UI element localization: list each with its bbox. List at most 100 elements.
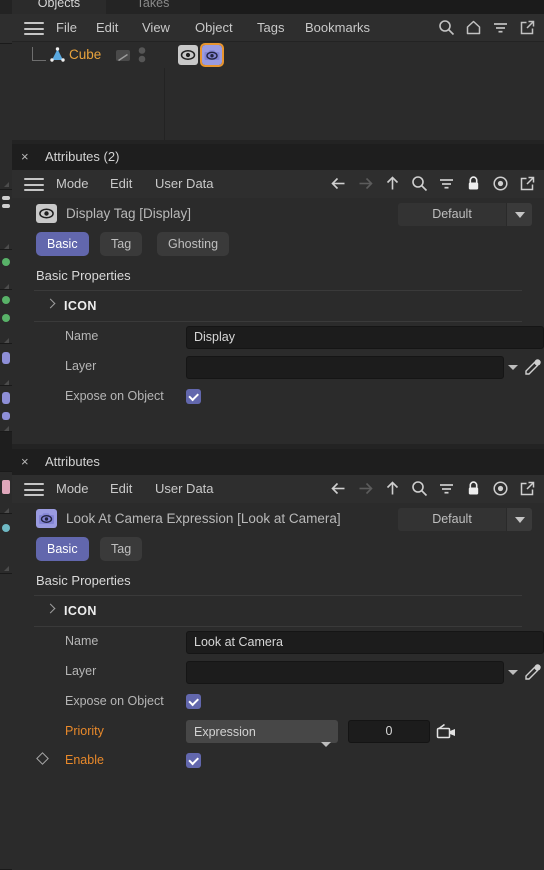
lock-icon[interactable] — [465, 175, 482, 192]
attributes-menubar-1: Mode Edit User Data — [12, 170, 544, 198]
attributes-object-label-2: Look At Camera Expression [Look at Camer… — [66, 511, 341, 526]
menu-object[interactable]: Object — [195, 14, 233, 42]
object-row-cube[interactable]: Cube — [12, 42, 544, 68]
menu-mode-1[interactable]: Mode — [56, 170, 89, 198]
tab-tag-2[interactable]: Tag — [100, 537, 143, 561]
open-external-icon[interactable] — [519, 480, 536, 497]
chevron-down-icon[interactable] — [506, 203, 532, 226]
preset-value-2: Default — [432, 512, 472, 526]
app-root: Objects Takes File Edit View Object Tags… — [0, 0, 544, 870]
name-input-2[interactable]: Look at Camera — [186, 631, 544, 654]
menu-icon[interactable] — [24, 178, 44, 191]
expose-on-object-checkbox-1[interactable] — [186, 389, 201, 404]
menu-edit-2[interactable]: Edit — [110, 475, 132, 503]
menu-user-data-2[interactable]: User Data — [155, 475, 214, 503]
attribute-tabs-2: Basic Tag — [12, 535, 544, 567]
property-row-expose-1: Expose on Object — [12, 382, 544, 412]
property-label-name-1: Name — [65, 329, 99, 343]
chevron-down-icon[interactable] — [506, 508, 532, 531]
record-target-icon[interactable] — [492, 480, 509, 497]
filter-icon[interactable] — [438, 175, 455, 192]
search-icon[interactable] — [411, 175, 428, 192]
forward-arrow-icon[interactable] — [357, 175, 374, 192]
left-panel-edge-strip — [0, 0, 12, 870]
up-arrow-icon[interactable] — [384, 175, 401, 192]
chevron-down-icon[interactable] — [508, 670, 518, 675]
menu-icon[interactable] — [24, 483, 44, 496]
chevron-down-icon[interactable] — [508, 365, 518, 370]
property-label-layer-1: Layer — [65, 359, 97, 373]
tab-basic-2[interactable]: Basic — [36, 537, 89, 561]
name-input-1[interactable]: Display — [186, 326, 544, 349]
eyedropper-icon[interactable] — [522, 662, 543, 688]
priority-value-input[interactable]: 0 — [348, 720, 430, 743]
eyedropper-icon[interactable] — [522, 357, 543, 383]
record-target-icon[interactable] — [492, 175, 509, 192]
tab-tag-1[interactable]: Tag — [100, 232, 143, 256]
attribute-tabs-1: Basic Tag Ghosting — [12, 230, 544, 262]
tag-chip-look-at-camera[interactable] — [200, 43, 224, 67]
panel-title-1: Attributes (2) — [45, 149, 120, 164]
close-icon[interactable]: × — [21, 449, 29, 475]
chevron-right-icon[interactable] — [45, 603, 56, 614]
panel-title-2: Attributes — [45, 454, 100, 469]
property-label-name-2: Name — [65, 634, 99, 648]
search-icon[interactable] — [438, 19, 455, 36]
layer-input-2[interactable] — [186, 661, 504, 684]
object-visibility-dots-icon[interactable] — [138, 46, 146, 69]
layer-input-1[interactable] — [186, 356, 504, 379]
chevron-right-icon[interactable] — [45, 298, 56, 309]
filter-icon[interactable] — [438, 480, 455, 497]
lock-icon[interactable] — [465, 480, 482, 497]
tab-basic-1[interactable]: Basic — [36, 232, 89, 256]
menu-bookmarks[interactable]: Bookmarks — [305, 14, 370, 42]
back-arrow-icon[interactable] — [330, 480, 347, 497]
tab-objects[interactable]: Objects — [12, 0, 106, 14]
property-row-layer-1: Layer — [12, 352, 544, 382]
tab-takes[interactable]: Takes — [106, 0, 200, 14]
menu-file[interactable]: File — [56, 14, 77, 42]
filter-icon[interactable] — [492, 19, 509, 36]
open-external-icon[interactable] — [519, 175, 536, 192]
property-row-layer-2: Layer — [12, 657, 544, 687]
keyframe-diamond-icon[interactable] — [36, 752, 49, 765]
attributes-object-label-1: Display Tag [Display] — [66, 206, 192, 221]
up-arrow-icon[interactable] — [384, 480, 401, 497]
preset-dropdown-2[interactable]: Default — [398, 508, 532, 531]
menu-view[interactable]: View — [142, 14, 170, 42]
property-label-expose-2: Expose on Object — [65, 694, 164, 708]
icon-group-row-2[interactable]: ICON — [12, 596, 544, 626]
camera-eye-icon — [36, 509, 57, 528]
property-label-layer-2: Layer — [65, 664, 97, 678]
menu-user-data-1[interactable]: User Data — [155, 170, 214, 198]
priority-mode-dropdown[interactable]: Expression — [186, 720, 338, 747]
menu-mode-2[interactable]: Mode — [56, 475, 89, 503]
preset-dropdown-1[interactable]: Default — [398, 203, 532, 226]
property-row-name-1: Name Display — [12, 322, 544, 352]
property-label-priority: Priority — [65, 724, 104, 738]
object-name-label[interactable]: Cube — [69, 42, 101, 68]
back-arrow-icon[interactable] — [330, 175, 347, 192]
menu-icon[interactable] — [24, 22, 44, 35]
priority-camera-icon[interactable] — [436, 723, 457, 745]
close-icon[interactable]: × — [21, 144, 29, 170]
menu-edit[interactable]: Edit — [96, 14, 118, 42]
menu-edit-1[interactable]: Edit — [110, 170, 132, 198]
expose-on-object-checkbox-2[interactable] — [186, 694, 201, 709]
tab-ghosting-1[interactable]: Ghosting — [157, 232, 230, 256]
attributes-title-bar-1: × Attributes (2) — [12, 144, 544, 170]
open-external-icon[interactable] — [519, 19, 536, 36]
object-layer-swatch-icon[interactable] — [116, 50, 130, 62]
forward-arrow-icon[interactable] — [357, 480, 374, 497]
property-label-expose-1: Expose on Object — [65, 389, 164, 403]
home-icon[interactable] — [465, 19, 482, 36]
tree-connector — [32, 47, 46, 61]
search-icon[interactable] — [411, 480, 428, 497]
enable-checkbox[interactable] — [186, 753, 201, 768]
icon-group-row-1[interactable]: ICON — [12, 291, 544, 321]
attributes-panel-look-at-camera: × Attributes Mode Edit User Data Look At… — [12, 449, 544, 870]
attributes-toolbar-icons-2 — [330, 480, 536, 497]
cone-object-icon[interactable] — [48, 46, 67, 69]
menu-tags[interactable]: Tags — [257, 14, 284, 42]
tag-chip-display[interactable] — [178, 45, 198, 65]
